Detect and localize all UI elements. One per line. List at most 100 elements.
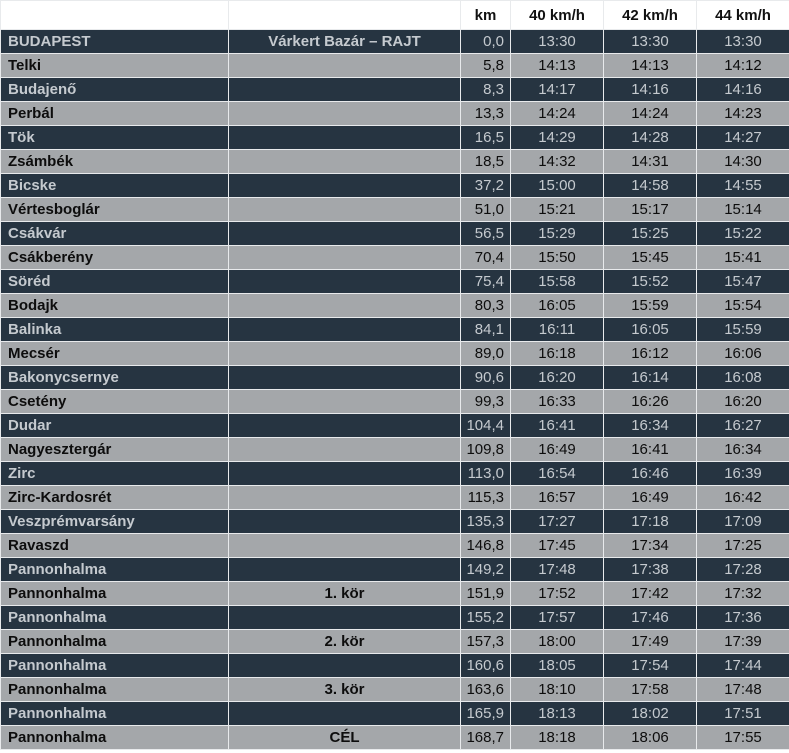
table-row: Bakonycsernye 90,6 16:20 16:14 16:08 bbox=[0, 365, 789, 390]
time-40kmh: 18:18 bbox=[510, 725, 604, 750]
time-42kmh: 15:59 bbox=[603, 293, 697, 318]
time-42kmh: 15:45 bbox=[603, 245, 697, 270]
station-name: Ravaszd bbox=[0, 533, 229, 558]
station-name: Perbál bbox=[0, 101, 229, 126]
time-42kmh: 15:17 bbox=[603, 197, 697, 222]
time-40kmh: 16:49 bbox=[510, 437, 604, 462]
stage-note bbox=[228, 653, 461, 678]
stage-note bbox=[228, 317, 461, 342]
table-row: BUDAPEST Várkert Bazár – RAJT 0,0 13:30 13:3… bbox=[0, 29, 789, 54]
station-name: Budajenő bbox=[0, 77, 229, 102]
distance-km: 104,4 bbox=[460, 413, 511, 438]
stage-note bbox=[228, 269, 461, 294]
time-42kmh: 15:25 bbox=[603, 221, 697, 246]
table-row: Pannonhalma 155,2 17:57 17:46 17:36 bbox=[0, 605, 789, 630]
time-44kmh: 17:44 bbox=[696, 653, 789, 678]
distance-km: 37,2 bbox=[460, 173, 511, 198]
time-42kmh: 15:52 bbox=[603, 269, 697, 294]
stage-note bbox=[228, 533, 461, 558]
time-40kmh: 17:27 bbox=[510, 509, 604, 534]
station-name: Bicske bbox=[0, 173, 229, 198]
time-42kmh: 13:30 bbox=[603, 29, 697, 54]
table-row: Bodajk 80,3 16:05 15:59 15:54 bbox=[0, 293, 789, 318]
station-name: Nagyesztergár bbox=[0, 437, 229, 462]
table-row: Dudar 104,4 16:41 16:34 16:27 bbox=[0, 413, 789, 438]
time-40kmh: 16:33 bbox=[510, 389, 604, 414]
distance-km: 149,2 bbox=[460, 557, 511, 582]
distance-km: 155,2 bbox=[460, 605, 511, 630]
time-40kmh: 18:10 bbox=[510, 677, 604, 702]
station-name: Veszprémvarsány bbox=[0, 509, 229, 534]
time-44kmh: 15:14 bbox=[696, 197, 789, 222]
table-row: Pannonhalma 160,6 18:05 17:54 17:44 bbox=[0, 653, 789, 678]
stage-note bbox=[228, 557, 461, 582]
station-name: Zsámbék bbox=[0, 149, 229, 174]
header-name bbox=[0, 0, 229, 30]
time-44kmh: 16:06 bbox=[696, 341, 789, 366]
time-40kmh: 17:45 bbox=[510, 533, 604, 558]
table-row: Tök 16,5 14:29 14:28 14:27 bbox=[0, 125, 789, 150]
time-42kmh: 16:34 bbox=[603, 413, 697, 438]
time-42kmh: 16:49 bbox=[603, 485, 697, 510]
table-row: Pannonhalma 2. kör 157,3 18:00 17:49 17:39 bbox=[0, 629, 789, 654]
distance-km: 89,0 bbox=[460, 341, 511, 366]
table-row: Pannonhalma 149,2 17:48 17:38 17:28 bbox=[0, 557, 789, 582]
table-row: Mecsér 89,0 16:18 16:12 16:06 bbox=[0, 341, 789, 366]
header-speed-40: 40 km/h bbox=[510, 0, 604, 30]
distance-km: 165,9 bbox=[460, 701, 511, 726]
header-note bbox=[228, 0, 461, 30]
time-42kmh: 17:38 bbox=[603, 557, 697, 582]
time-40kmh: 16:18 bbox=[510, 341, 604, 366]
distance-km: 151,9 bbox=[460, 581, 511, 606]
time-44kmh: 17:48 bbox=[696, 677, 789, 702]
time-40kmh: 15:58 bbox=[510, 269, 604, 294]
time-40kmh: 16:54 bbox=[510, 461, 604, 486]
time-42kmh: 16:14 bbox=[603, 365, 697, 390]
stage-note: Várkert Bazár – RAJT bbox=[228, 29, 461, 54]
table-row: Pannonhalma 1. kör 151,9 17:52 17:42 17:32 bbox=[0, 581, 789, 606]
time-42kmh: 14:31 bbox=[603, 149, 697, 174]
station-name: Mecsér bbox=[0, 341, 229, 366]
station-name: Tök bbox=[0, 125, 229, 150]
time-44kmh: 17:55 bbox=[696, 725, 789, 750]
header-speed-44: 44 km/h bbox=[696, 0, 789, 30]
time-44kmh: 14:12 bbox=[696, 53, 789, 78]
time-42kmh: 14:28 bbox=[603, 125, 697, 150]
table-row: Telki 5,8 14:13 14:13 14:12 bbox=[0, 53, 789, 78]
table-row: Csákberény 70,4 15:50 15:45 15:41 bbox=[0, 245, 789, 270]
time-44kmh: 17:25 bbox=[696, 533, 789, 558]
time-44kmh: 17:51 bbox=[696, 701, 789, 726]
time-44kmh: 17:09 bbox=[696, 509, 789, 534]
distance-km: 51,0 bbox=[460, 197, 511, 222]
stage-note bbox=[228, 149, 461, 174]
station-name: BUDAPEST bbox=[0, 29, 229, 54]
time-42kmh: 18:02 bbox=[603, 701, 697, 726]
stage-note bbox=[228, 293, 461, 318]
time-44kmh: 17:32 bbox=[696, 581, 789, 606]
table-row: Pannonhalma 3. kör 163,6 18:10 17:58 17:48 bbox=[0, 677, 789, 702]
time-42kmh: 16:46 bbox=[603, 461, 697, 486]
time-44kmh: 17:39 bbox=[696, 629, 789, 654]
time-42kmh: 17:49 bbox=[603, 629, 697, 654]
time-44kmh: 16:08 bbox=[696, 365, 789, 390]
time-40kmh: 16:20 bbox=[510, 365, 604, 390]
time-40kmh: 16:11 bbox=[510, 317, 604, 342]
table-row: Söréd 75,4 15:58 15:52 15:47 bbox=[0, 269, 789, 294]
table-row: Zirc 113,0 16:54 16:46 16:39 bbox=[0, 461, 789, 486]
station-name: Telki bbox=[0, 53, 229, 78]
header-speed-42: 42 km/h bbox=[603, 0, 697, 30]
stage-note: 1. kör bbox=[228, 581, 461, 606]
station-name: Zirc-Kardosrét bbox=[0, 485, 229, 510]
time-44kmh: 14:55 bbox=[696, 173, 789, 198]
time-40kmh: 16:05 bbox=[510, 293, 604, 318]
station-name: Pannonhalma bbox=[0, 677, 229, 702]
time-42kmh: 17:54 bbox=[603, 653, 697, 678]
time-42kmh: 17:58 bbox=[603, 677, 697, 702]
stage-note bbox=[228, 341, 461, 366]
time-40kmh: 14:17 bbox=[510, 77, 604, 102]
time-40kmh: 17:48 bbox=[510, 557, 604, 582]
time-40kmh: 15:50 bbox=[510, 245, 604, 270]
table-row: Budajenő 8,3 14:17 14:16 14:16 bbox=[0, 77, 789, 102]
station-name: Zirc bbox=[0, 461, 229, 486]
time-44kmh: 17:28 bbox=[696, 557, 789, 582]
